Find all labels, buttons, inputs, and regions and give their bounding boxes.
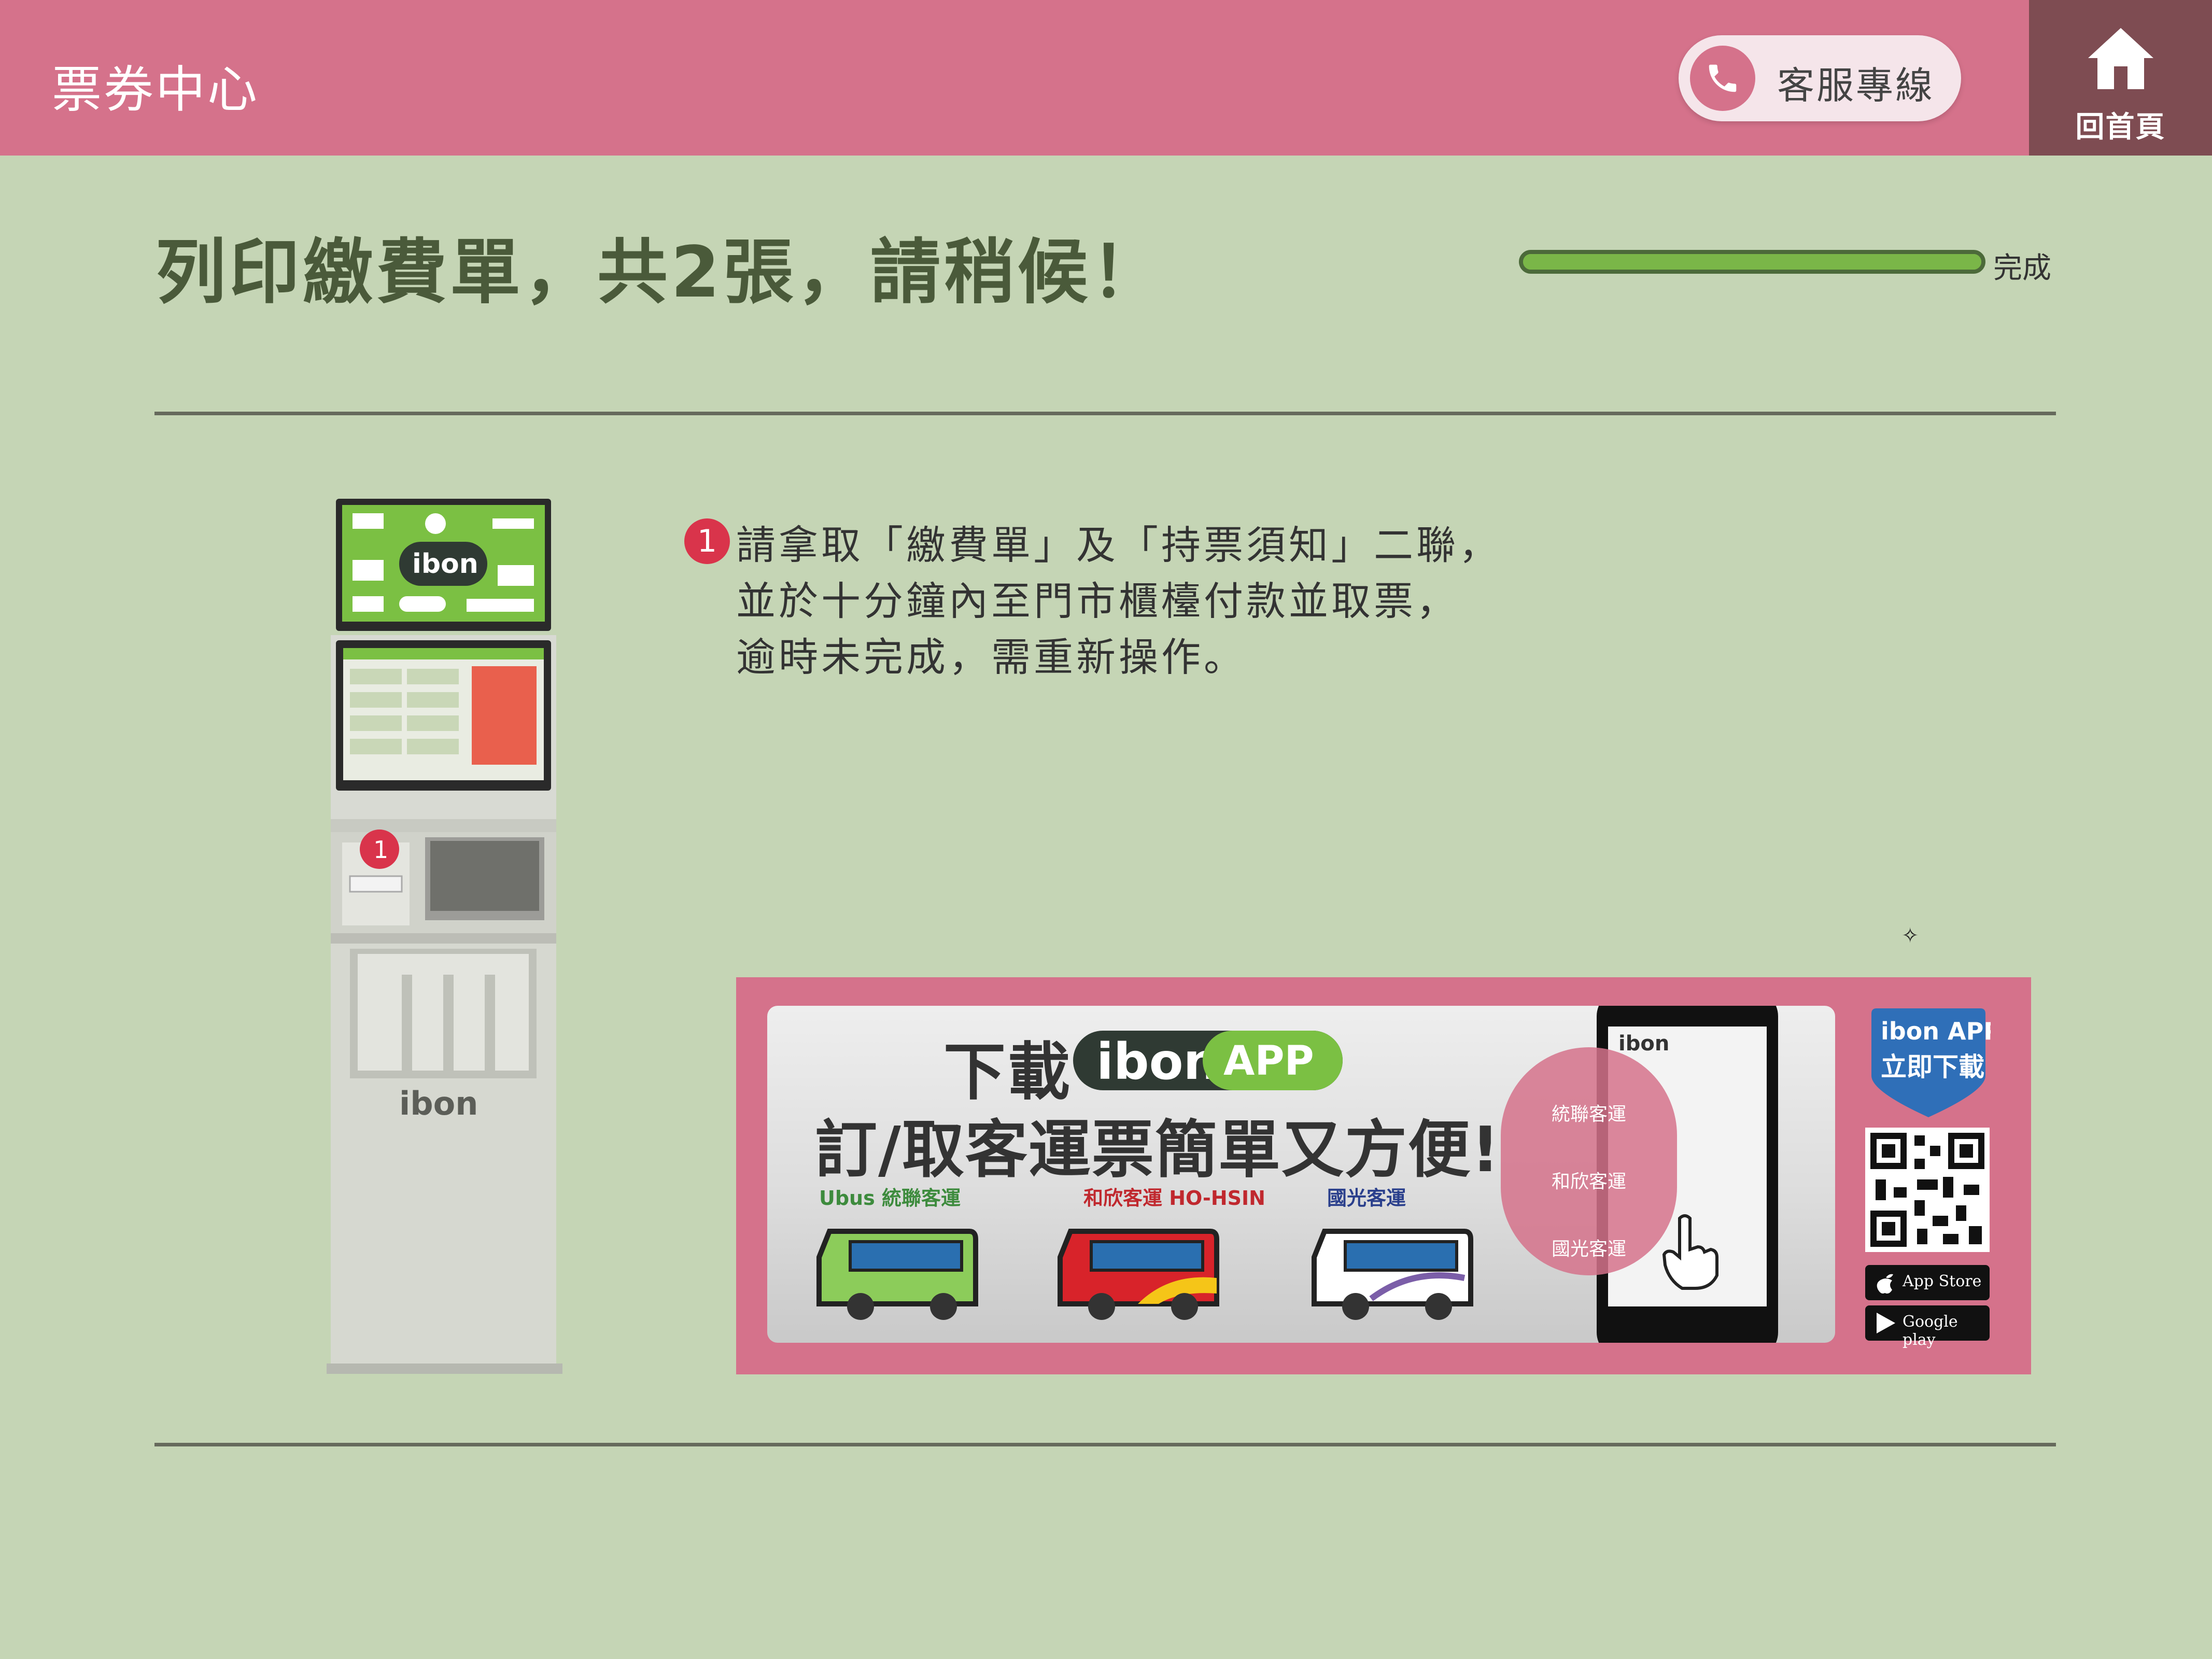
banner-content: 下載 ibon APP 訂/取客運票簡單又方便! Ubus 統聯客運 和欣客運 …	[767, 1006, 1835, 1343]
home-icon	[2088, 28, 2153, 89]
banner-tagline: 訂/取客運票簡單又方便!	[815, 1114, 1501, 1186]
app-text: APP	[1223, 1038, 1314, 1085]
shield-line-2: 立即下載	[1881, 1052, 1984, 1082]
google-play-icon	[1877, 1313, 1895, 1333]
svg-text:ibon: ibon	[412, 549, 478, 580]
progress-fill	[1523, 254, 1981, 270]
qr-code[interactable]	[1865, 1128, 1990, 1252]
top-divider	[154, 412, 2056, 415]
shield-line-1: ibon APP	[1881, 1017, 1991, 1045]
ibon-app-banner[interactable]: 下載 ibon APP 訂/取客運票簡單又方便! Ubus 統聯客運 和欣客運 …	[736, 977, 2031, 1374]
red-bus-icon	[1058, 1229, 1219, 1320]
progress-bar	[1519, 250, 1985, 274]
app-store-badge[interactable]: App Store	[1865, 1265, 1990, 1300]
customer-service-label: 客服專線	[1777, 64, 1935, 107]
phone-icon	[1690, 46, 1755, 111]
home-label: 回首頁	[2075, 110, 2166, 144]
app-title: 票券中心	[52, 61, 259, 119]
google-play-label: Google play	[1903, 1313, 1958, 1349]
sparkle-icon: ✧	[1901, 924, 1919, 948]
instruction-line-2: 並於十分鐘內至門市櫃檯付款並取票，	[736, 578, 1459, 624]
instruction-line-3: 逾時未完成，需重新操作。	[736, 634, 1246, 680]
menu-item-kuokuang: 國光客運	[1551, 1239, 1626, 1260]
step-badge: 1	[684, 518, 730, 564]
progress-label: 完成	[1993, 251, 2051, 285]
banner-download-text: 下載	[943, 1036, 1072, 1108]
kiosk-brand: ibon	[399, 1085, 478, 1122]
instruction-line-1: 請拿取「繳費單」及「持票須知」二聯，	[736, 522, 1501, 568]
app-store-label: App Store	[1903, 1272, 1982, 1290]
brand-kuokuang: 國光客運	[1327, 1187, 1406, 1210]
header-bar: 票券中心 客服專線 回首頁	[0, 0, 2212, 156]
brand-ubus: Ubus 統聯客運	[819, 1187, 961, 1210]
menu-item-hohsin: 和欣客運	[1551, 1171, 1626, 1192]
ibon-kiosk-illustration: ibon 1 ibon	[327, 499, 562, 1374]
app-pill: APP	[1203, 1031, 1343, 1090]
apple-icon	[1877, 1274, 1893, 1294]
page-title: 列印繳費單，共2張，請稍候！	[156, 232, 1165, 314]
home-button[interactable]: 回首頁	[2029, 0, 2212, 156]
google-play-badge[interactable]: Google play	[1865, 1305, 1990, 1349]
ibon-app-shield-logo: ibon APP 立即下載	[1871, 1008, 1991, 1117]
ibon-app-logo: ibon APP	[1073, 1031, 1343, 1091]
ibon-logo-text: ibon	[1096, 1033, 1219, 1091]
pointing-hand-icon	[1662, 1214, 1718, 1290]
green-bus-icon	[816, 1229, 978, 1320]
bus-company-menu: 統聯客運 和欣客運 國光客運	[1501, 1047, 1677, 1275]
svg-text:1: 1	[373, 836, 388, 864]
customer-service-button[interactable]: 客服專線	[1679, 35, 1961, 121]
phone-header: ibon	[1618, 1032, 1670, 1056]
bottom-divider	[154, 1443, 2056, 1446]
menu-item-ubus: 統聯客運	[1551, 1104, 1626, 1125]
brand-hohsin: 和欣客運 HO-HSIN	[1083, 1187, 1265, 1210]
white-bus-icon	[1312, 1229, 1473, 1320]
